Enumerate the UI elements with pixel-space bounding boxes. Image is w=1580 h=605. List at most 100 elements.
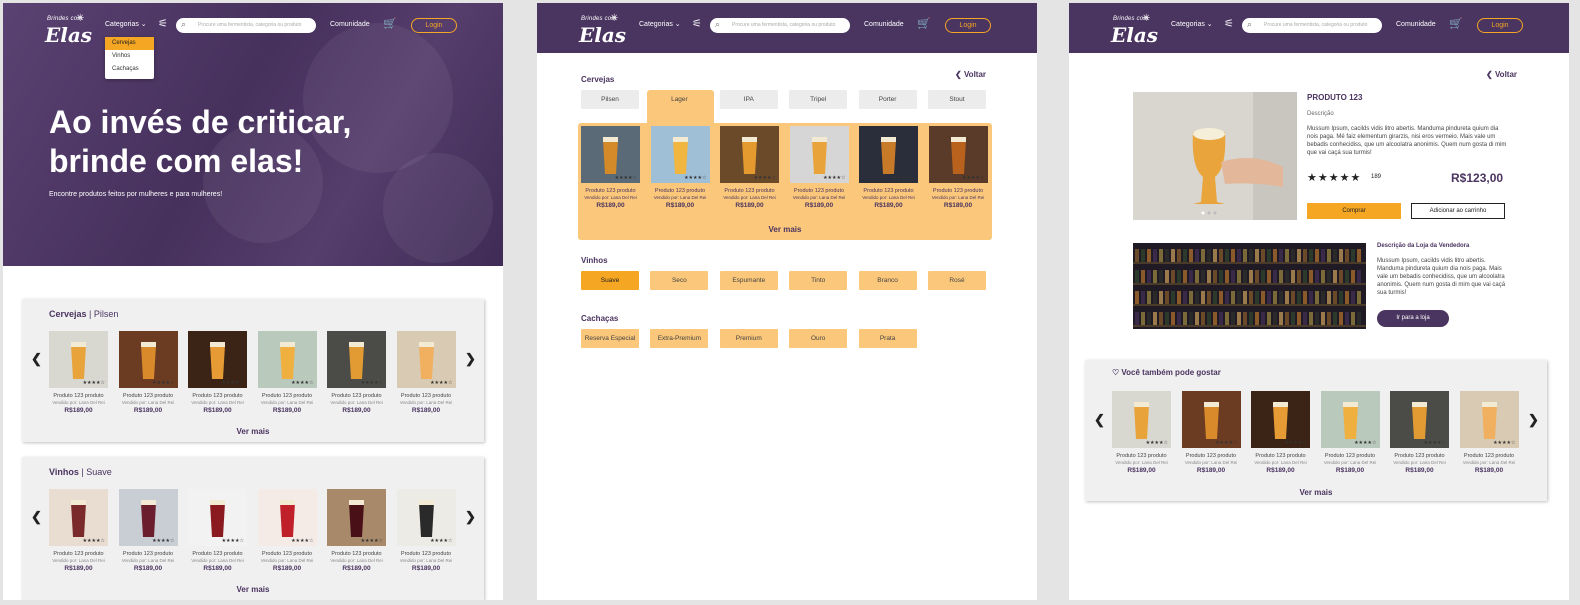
buy-button[interactable]: Comprar (1307, 203, 1401, 219)
chip-branco[interactable]: Branco (858, 271, 917, 290)
product-thumbnail[interactable]: ★★★★☆ (188, 331, 247, 388)
categories-menu[interactable]: Categorias ⌄ (1171, 20, 1213, 28)
cart-icon[interactable]: 🛒 (383, 18, 397, 31)
chip-seco[interactable]: Seco (650, 271, 709, 290)
filter-icon[interactable]: ⚟ (692, 18, 704, 30)
product-card[interactable]: ★★★★☆ Produto 123 produto Vendido por: Lan… (1112, 391, 1171, 474)
product-card[interactable]: ★★★★☆ Produto 123 produto Vendido por: Lan… (859, 126, 918, 209)
add-to-cart-button[interactable]: Adicionar ao carrinho (1411, 203, 1505, 219)
product-card[interactable]: ★★★★☆ Produto 123 produto Vendido por: Lan… (1320, 391, 1380, 474)
product-thumbnail[interactable]: ★★★★☆ (49, 331, 108, 388)
categories-menu[interactable]: Categorias ⌄ (639, 20, 681, 28)
see-more-link[interactable]: Ver mais (1085, 488, 1547, 497)
product-card[interactable]: ★★★★☆ Produto 123 produto Vendido por: Lan… (1181, 391, 1241, 474)
product-thumbnail[interactable]: ★★★★☆ (396, 489, 456, 546)
product-card[interactable]: ★★★★☆ Produto 123 produto Vendido por: Lan… (49, 489, 108, 572)
back-link[interactable]: ❮ Voltar (1486, 70, 1517, 79)
product-thumbnail[interactable]: ★★★★☆ (118, 489, 178, 546)
brand-logo[interactable]: Brindes com Elas ✳ (1109, 13, 1159, 47)
prev-arrow-icon[interactable]: ❮ (31, 351, 42, 367)
chip-lager[interactable]: Lager (650, 90, 708, 109)
product-thumbnail[interactable]: ★★★★☆ (49, 489, 108, 546)
product-image[interactable] (1133, 92, 1297, 220)
product-card[interactable]: ★★★★☆ Produto 123 produto Vendido por: Lan… (327, 489, 386, 572)
search-input[interactable]: ⌕ Procure uma fermentista, categoria ou p… (1242, 18, 1382, 33)
product-card[interactable]: ★★★★☆ Produto 123 produto Vendido por: Lan… (396, 489, 456, 572)
product-card[interactable]: ★★★★☆ Produto 123 produto Vendido por: Lan… (257, 489, 317, 572)
login-button[interactable]: Login (411, 18, 457, 33)
next-arrow-icon[interactable]: ❯ (465, 351, 476, 367)
product-thumbnail[interactable]: ★★★★☆ (396, 331, 456, 388)
filter-icon[interactable]: ⚟ (158, 18, 170, 30)
product-thumbnail[interactable]: ★★★★☆ (650, 126, 710, 183)
chip-porter[interactable]: Porter (858, 90, 917, 109)
chip-stout[interactable]: Stout (928, 90, 986, 109)
product-card[interactable]: ★★★★☆ Produto 123 produto Vendido por: Lan… (327, 331, 386, 414)
product-card[interactable]: ★★★★☆ Produto 123 produto Vendido por: Lan… (118, 489, 178, 572)
product-thumbnail[interactable]: ★★★★☆ (1459, 391, 1519, 448)
search-input[interactable]: ⌕ Procure uma fermentista, categoria ou p… (176, 18, 316, 33)
store-image[interactable] (1133, 243, 1366, 329)
product-thumbnail[interactable]: ★★★★☆ (188, 489, 247, 546)
chip-prata[interactable]: Prata (858, 329, 917, 348)
product-thumbnail[interactable]: ★★★★☆ (1181, 391, 1241, 448)
product-card[interactable]: ★★★★☆ Produto 123 produto Vendido por: Lan… (1390, 391, 1449, 474)
product-card[interactable]: ★★★★☆ Produto 123 produto Vendido por: Lan… (1459, 391, 1519, 474)
product-card[interactable]: ★★★★☆ Produto 123 produto Vendido por: Lan… (1251, 391, 1310, 474)
brand-logo[interactable]: Brindes com Elas ✳ (577, 13, 627, 47)
chip-premium[interactable]: Premium (719, 329, 778, 348)
product-thumbnail[interactable]: ★★★★☆ (327, 489, 386, 546)
filter-icon[interactable]: ⚟ (1224, 18, 1236, 30)
product-thumbnail[interactable]: ★★★★☆ (327, 331, 386, 388)
product-thumbnail[interactable]: ★★★★☆ (720, 126, 779, 183)
see-more-link[interactable]: Ver mais (22, 585, 484, 594)
categories-menu[interactable]: Categorias ⌄ (105, 20, 147, 28)
cart-icon[interactable]: 🛒 (1449, 18, 1463, 31)
product-card[interactable]: ★★★★☆ Produto 123 produto Vendido por: Lan… (49, 331, 108, 414)
product-card[interactable]: ★★★★☆ Produto 123 produto Vendido por: Lan… (928, 126, 988, 209)
chip-ros-[interactable]: Rosé (928, 271, 986, 290)
product-thumbnail[interactable]: ★★★★☆ (859, 126, 918, 183)
product-thumbnail[interactable]: ★★★★☆ (257, 331, 317, 388)
product-thumbnail[interactable]: ★★★★☆ (257, 489, 317, 546)
product-card[interactable]: ★★★★☆ Produto 123 produto Vendido por: Lan… (188, 331, 247, 414)
product-thumbnail[interactable]: ★★★★☆ (1320, 391, 1380, 448)
chip-espumante[interactable]: Espumante (719, 271, 778, 290)
chip-tripel[interactable]: Tripel (789, 90, 848, 109)
dropdown-item-vinhos[interactable]: Vinhos (105, 50, 154, 63)
brand-logo[interactable]: Brindes com Elas ✳ (43, 13, 93, 47)
see-more-link[interactable]: Ver mais (22, 427, 484, 436)
chip-tinto[interactable]: Tinto (789, 271, 848, 290)
product-thumbnail[interactable]: ★★★★☆ (581, 126, 640, 183)
product-card[interactable]: ★★★★☆ Produto 123 produto Vendido por: Lan… (581, 126, 640, 209)
login-button[interactable]: Login (1477, 18, 1523, 33)
product-thumbnail[interactable]: ★★★★☆ (1251, 391, 1310, 448)
community-link[interactable]: Comunidade (1396, 21, 1436, 28)
product-thumbnail[interactable]: ★★★★☆ (1112, 391, 1171, 448)
community-link[interactable]: Comunidade (330, 21, 370, 28)
product-thumbnail[interactable]: ★★★★☆ (789, 126, 849, 183)
product-card[interactable]: ★★★★☆ Produto 123 produto Vendido por: Lan… (257, 331, 317, 414)
see-more-link[interactable]: Ver mais (578, 225, 992, 234)
search-input[interactable]: ⌕ Procure uma fermentista, categoria ou p… (710, 18, 850, 33)
next-arrow-icon[interactable]: ❯ (1528, 412, 1539, 428)
chip-suave[interactable]: Suave (581, 271, 639, 290)
community-link[interactable]: Comunidade (864, 21, 904, 28)
product-thumbnail[interactable]: ★★★★☆ (118, 331, 178, 388)
product-thumbnail[interactable]: ★★★★☆ (928, 126, 988, 183)
prev-arrow-icon[interactable]: ❮ (31, 509, 42, 525)
back-link[interactable]: ❮ Voltar (955, 70, 986, 79)
chip-pilsen[interactable]: Pilsen (581, 90, 639, 109)
chip-extra-premium[interactable]: Extra-Premium (650, 329, 709, 348)
product-card[interactable]: ★★★★☆ Produto 123 produto Vendido por: Lan… (789, 126, 849, 209)
cart-icon[interactable]: 🛒 (917, 18, 931, 31)
product-card[interactable]: ★★★★☆ Produto 123 produto Vendido por: Lan… (118, 331, 178, 414)
product-card[interactable]: ★★★★☆ Produto 123 produto Vendido por: Lan… (396, 331, 456, 414)
product-thumbnail[interactable]: ★★★★☆ (1390, 391, 1449, 448)
product-card[interactable]: ★★★★☆ Produto 123 produto Vendido por: Lan… (650, 126, 710, 209)
next-arrow-icon[interactable]: ❯ (465, 509, 476, 525)
login-button[interactable]: Login (945, 18, 991, 33)
dropdown-item-cachacas[interactable]: Cachaças (105, 63, 154, 76)
go-to-store-button[interactable]: Ir para a loja (1377, 310, 1449, 327)
product-card[interactable]: ★★★★☆ Produto 123 produto Vendido por: Lan… (188, 489, 247, 572)
